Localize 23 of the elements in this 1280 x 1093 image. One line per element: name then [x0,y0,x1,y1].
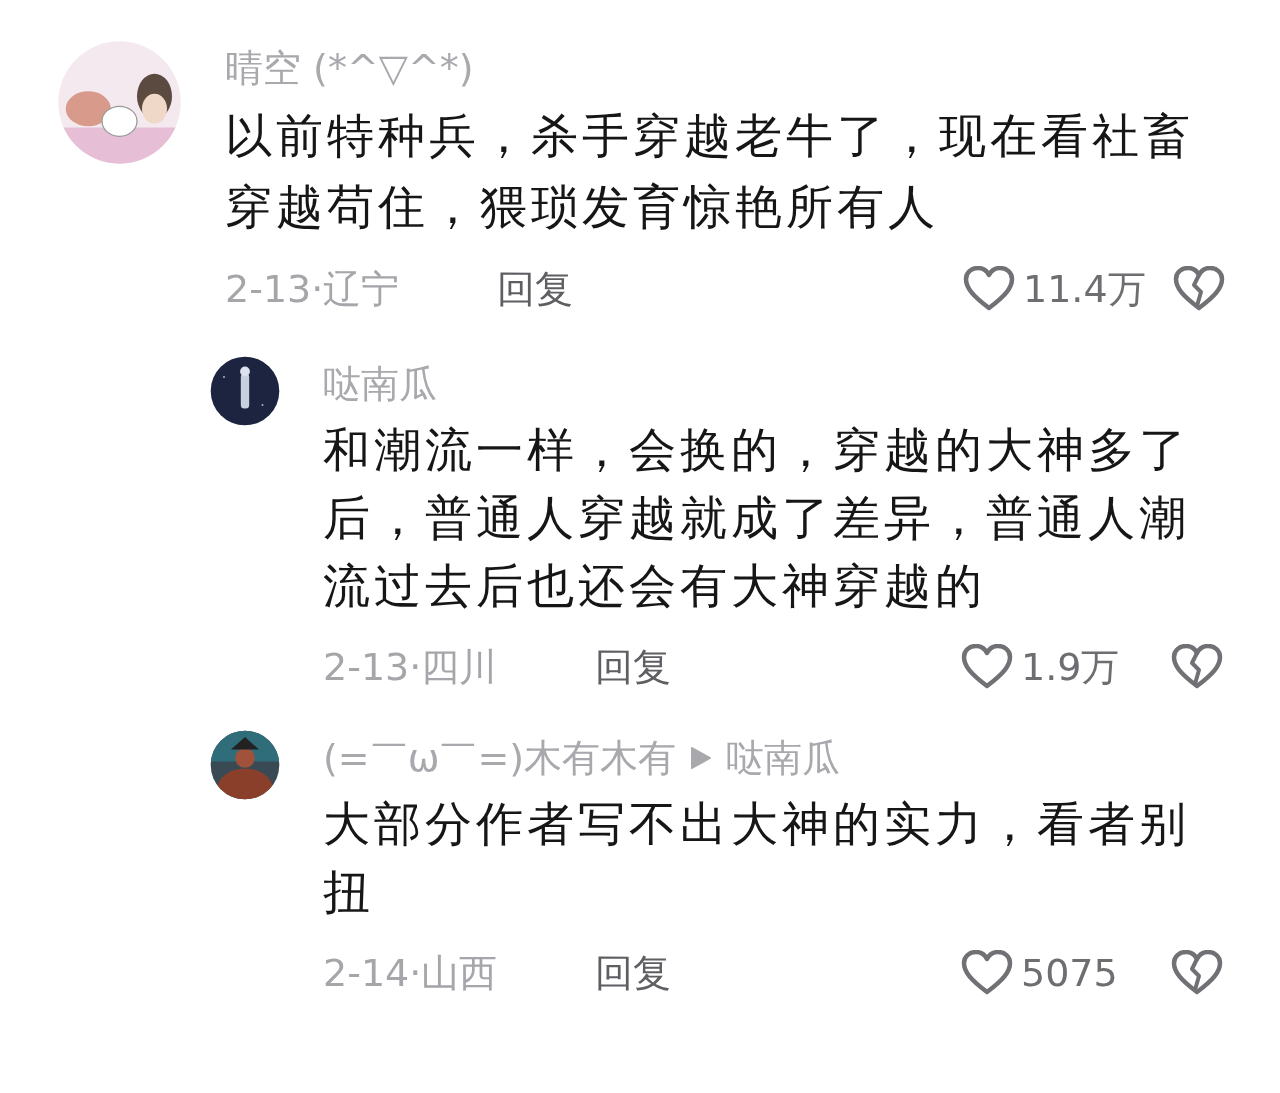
comment-text: 大部分作者写不出大神的实力，看者别扭 [323,795,1191,921]
heart-icon[interactable] [963,266,1015,312]
reply-button[interactable]: 回复 [595,947,671,999]
username[interactable]: 哒南瓜 [323,358,437,410]
comment-text: 以前特种兵，杀手穿越老牛了，现在看社畜穿越苟住，猥琐发育惊艳所有人 [225,107,1195,236]
username[interactable]: 晴空 (*^▽^*) [225,42,474,94]
username[interactable]: (=￣ω￣=)木有木有 [323,732,677,784]
username[interactable]: 哒南瓜 [726,732,841,784]
play-icon [690,746,713,770]
date-location: 2-14·山西 [323,949,499,997]
reply-button[interactable]: 回复 [595,641,671,693]
broken-heart-icon[interactable] [1171,950,1223,996]
broken-heart-icon[interactable] [1171,644,1223,690]
heart-icon[interactable] [961,950,1013,996]
reply-button[interactable]: 回复 [497,263,573,315]
like-count: 11.4万 [1023,265,1147,313]
date-location: 2-13·辽宁 [225,265,401,313]
heart-icon[interactable] [961,644,1013,690]
comment-text: 和潮流一样，会换的，穿越的大神多了后，普通人穿越就成了差异，普通人潮流过去后也还会有大神穿越的 [323,421,1191,615]
broken-heart-icon[interactable] [1173,266,1225,312]
like-count: 5075 [1021,951,1119,995]
date-location: 2-13·四川 [323,643,499,691]
like-count: 1.9万 [1021,643,1121,691]
